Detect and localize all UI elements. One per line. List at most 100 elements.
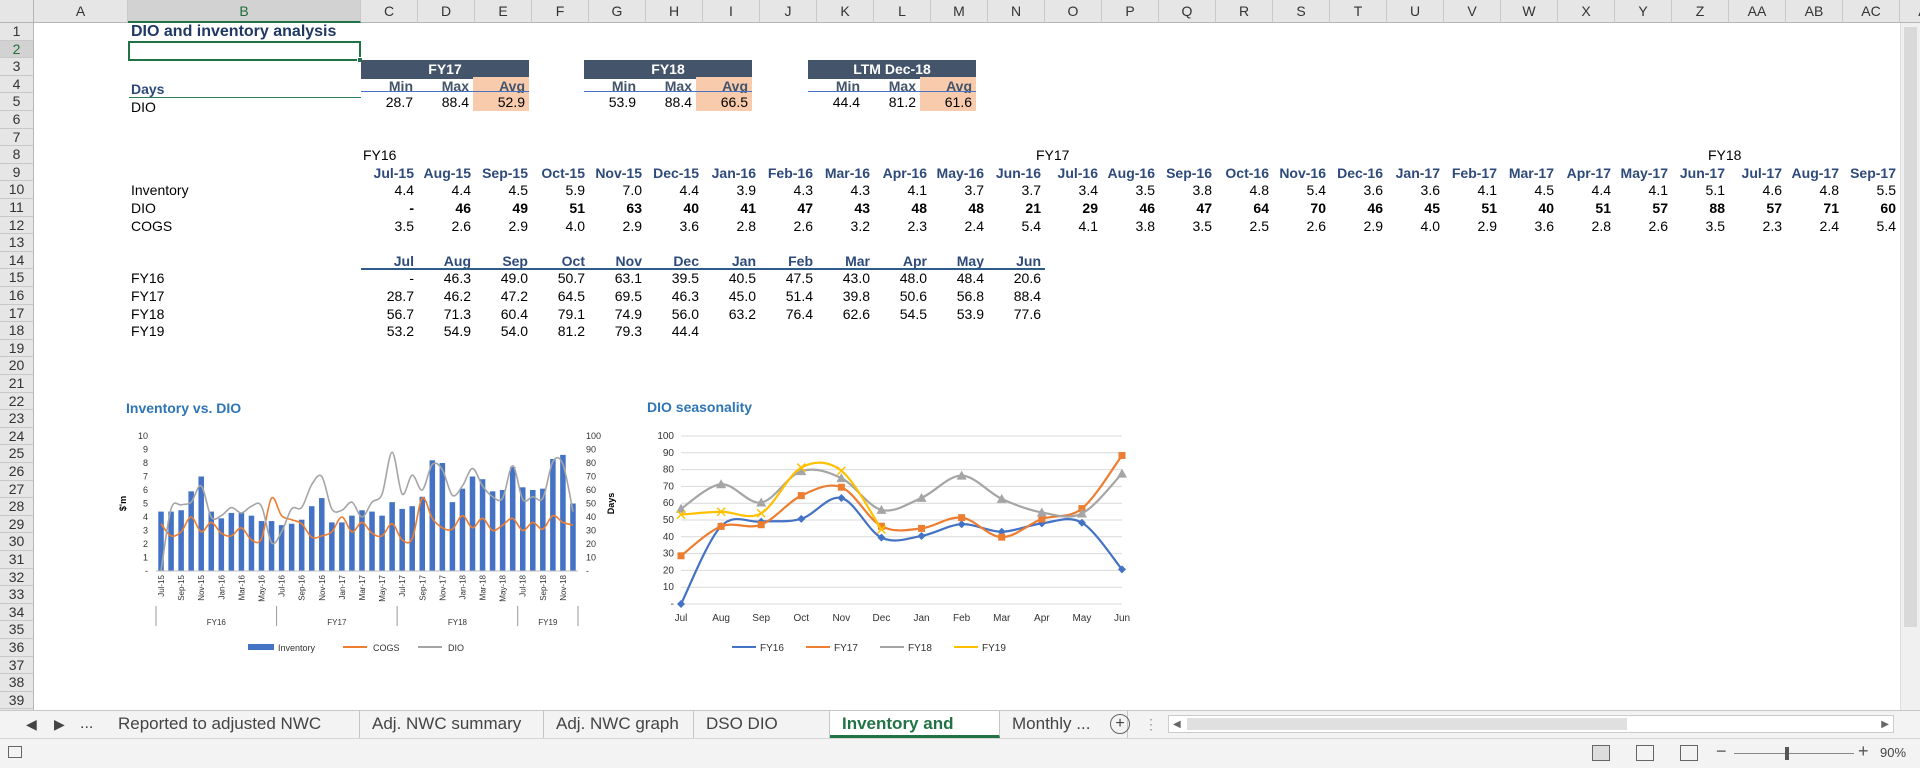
tab-scroll-left[interactable]: ◀ [26, 711, 37, 737]
vertical-scroll-thumb[interactable] [1904, 27, 1917, 627]
spreadsheet-grid[interactable]: ABCDEFGHIJKLMNOPQRSTUVWXYZAAABACAD 12345… [0, 0, 1920, 710]
zoom-level[interactable]: 90% [1880, 745, 1906, 760]
select-all-corner[interactable] [0, 0, 34, 23]
column-header-W[interactable]: W [1501, 0, 1558, 23]
column-header-M[interactable]: M [931, 0, 988, 23]
row-header-23[interactable]: 23 [0, 410, 34, 428]
row-header-13[interactable]: 13 [0, 234, 34, 252]
sheet-tab[interactable]: Adj. NWC summary [360, 711, 544, 738]
column-header-A[interactable]: A [34, 0, 128, 23]
column-header-AB[interactable]: AB [1786, 0, 1843, 23]
row-header-8[interactable]: 8 [0, 146, 34, 164]
row-header-32[interactable]: 32 [0, 568, 34, 587]
column-header-P[interactable]: P [1102, 0, 1159, 23]
row-header-36[interactable]: 36 [0, 639, 34, 657]
column-header-Y[interactable]: Y [1615, 0, 1672, 23]
row-header-27[interactable]: 27 [0, 480, 34, 499]
column-header-D[interactable]: D [418, 0, 475, 23]
macro-record-icon[interactable] [8, 746, 22, 758]
column-header-AA[interactable]: AA [1729, 0, 1786, 23]
row-header-19[interactable]: 19 [0, 339, 34, 358]
tab-scroll-right[interactable]: ▶ [54, 711, 65, 737]
column-header-X[interactable]: X [1558, 0, 1615, 23]
sheet-tab[interactable]: Inventory and DIO [830, 711, 1000, 759]
tab-ellipsis[interactable]: ... [80, 711, 93, 737]
row-header-1[interactable]: 1 [0, 23, 34, 41]
column-header-S[interactable]: S [1273, 0, 1330, 23]
vertical-scrollbar[interactable] [1900, 23, 1920, 710]
column-header-O[interactable]: O [1045, 0, 1102, 23]
sheet-tab[interactable]: Reported to adjusted NWC [106, 711, 360, 738]
zoom-slider-thumb[interactable] [1785, 747, 1789, 760]
column-header-T[interactable]: T [1330, 0, 1387, 23]
row-header-6[interactable]: 6 [0, 111, 34, 129]
row-header-17[interactable]: 17 [0, 304, 34, 323]
column-header-B[interactable]: B [128, 0, 361, 23]
column-header-Z[interactable]: Z [1672, 0, 1729, 23]
column-header-AD[interactable]: AD [1900, 0, 1920, 23]
row-header-37[interactable]: 37 [0, 656, 34, 675]
row-header-22[interactable]: 22 [0, 392, 34, 411]
normal-view-icon[interactable] [1592, 745, 1610, 761]
column-header-Q[interactable]: Q [1159, 0, 1216, 23]
column-header-F[interactable]: F [532, 0, 589, 23]
row-header-33[interactable]: 33 [0, 586, 34, 604]
add-sheet-icon[interactable]: + [1110, 714, 1130, 734]
zoom-in-icon[interactable]: + [1858, 741, 1869, 762]
inventory-vs-dio-chart[interactable]: - 1 2 3 4 5 6 7 8 9 10 - 10 20 30 40 50 60 70 80 90 100 $'m Day… [118, 420, 628, 660]
zoom-slider[interactable] [1734, 753, 1854, 754]
row-header-4[interactable]: 4 [0, 75, 34, 94]
page-break-icon[interactable] [1680, 745, 1698, 761]
row-header-3[interactable]: 3 [0, 58, 34, 76]
dio-seasonality-chart[interactable]: - 10 20 30 40 50 60 70 80 90 100 Jul Aug Sep Oct Nov Dec… [640, 420, 1150, 660]
row-header-39[interactable]: 39 [0, 691, 34, 710]
column-header-C[interactable]: C [361, 0, 418, 23]
horizontal-scroll-thumb[interactable] [1187, 718, 1627, 730]
monthly-cogs-cell: 3.8 [1135, 217, 1155, 234]
column-header-R[interactable]: R [1216, 0, 1273, 23]
row-header-11[interactable]: 11 [0, 199, 34, 217]
row-header-15[interactable]: 15 [0, 269, 34, 287]
sheet-tab[interactable]: Monthly ... [1000, 711, 1128, 738]
row-header-7[interactable]: 7 [0, 128, 34, 147]
column-header-K[interactable]: K [817, 0, 874, 23]
row-header-28[interactable]: 28 [0, 498, 34, 516]
column-header-U[interactable]: U [1387, 0, 1444, 23]
column-header-H[interactable]: H [646, 0, 703, 23]
column-header-AC[interactable]: AC [1843, 0, 1900, 23]
zoom-out-icon[interactable]: − [1716, 741, 1727, 762]
row-header-21[interactable]: 21 [0, 375, 34, 393]
column-header-E[interactable]: E [475, 0, 532, 23]
row-header-24[interactable]: 24 [0, 427, 34, 446]
row-header-29[interactable]: 29 [0, 515, 34, 534]
hscroll-right-icon[interactable]: ▶ [1881, 716, 1889, 733]
page-layout-icon[interactable] [1636, 745, 1654, 761]
selected-cell[interactable] [128, 41, 361, 61]
row-header-26[interactable]: 26 [0, 463, 34, 481]
column-header-V[interactable]: V [1444, 0, 1501, 23]
sheet-tab[interactable]: Adj. NWC graph [544, 711, 694, 738]
column-header-N[interactable]: N [988, 0, 1045, 23]
row-header-35[interactable]: 35 [0, 621, 34, 639]
row-header-31[interactable]: 31 [0, 551, 34, 569]
row-header-9[interactable]: 9 [0, 163, 34, 182]
row-header-20[interactable]: 20 [0, 357, 34, 375]
column-header-L[interactable]: L [874, 0, 931, 23]
row-header-2[interactable]: 2 [0, 40, 34, 59]
row-header-5[interactable]: 5 [0, 93, 34, 111]
row-header-10[interactable]: 10 [0, 181, 34, 199]
column-header-G[interactable]: G [589, 0, 646, 23]
horizontal-scrollbar[interactable]: ◀ ▶ [1168, 715, 1894, 733]
row-header-14[interactable]: 14 [0, 251, 34, 270]
row-header-34[interactable]: 34 [0, 603, 34, 622]
row-header-12[interactable]: 12 [0, 216, 34, 235]
row-header-16[interactable]: 16 [0, 287, 34, 305]
sheet-tab[interactable]: DSO DIO DPO [694, 711, 830, 759]
column-header-I[interactable]: I [703, 0, 760, 23]
row-header-30[interactable]: 30 [0, 533, 34, 551]
column-header-J[interactable]: J [760, 0, 817, 23]
row-header-25[interactable]: 25 [0, 445, 34, 463]
hscroll-left-icon[interactable]: ◀ [1173, 716, 1181, 733]
row-header-18[interactable]: 18 [0, 322, 34, 340]
row-header-38[interactable]: 38 [0, 674, 34, 692]
